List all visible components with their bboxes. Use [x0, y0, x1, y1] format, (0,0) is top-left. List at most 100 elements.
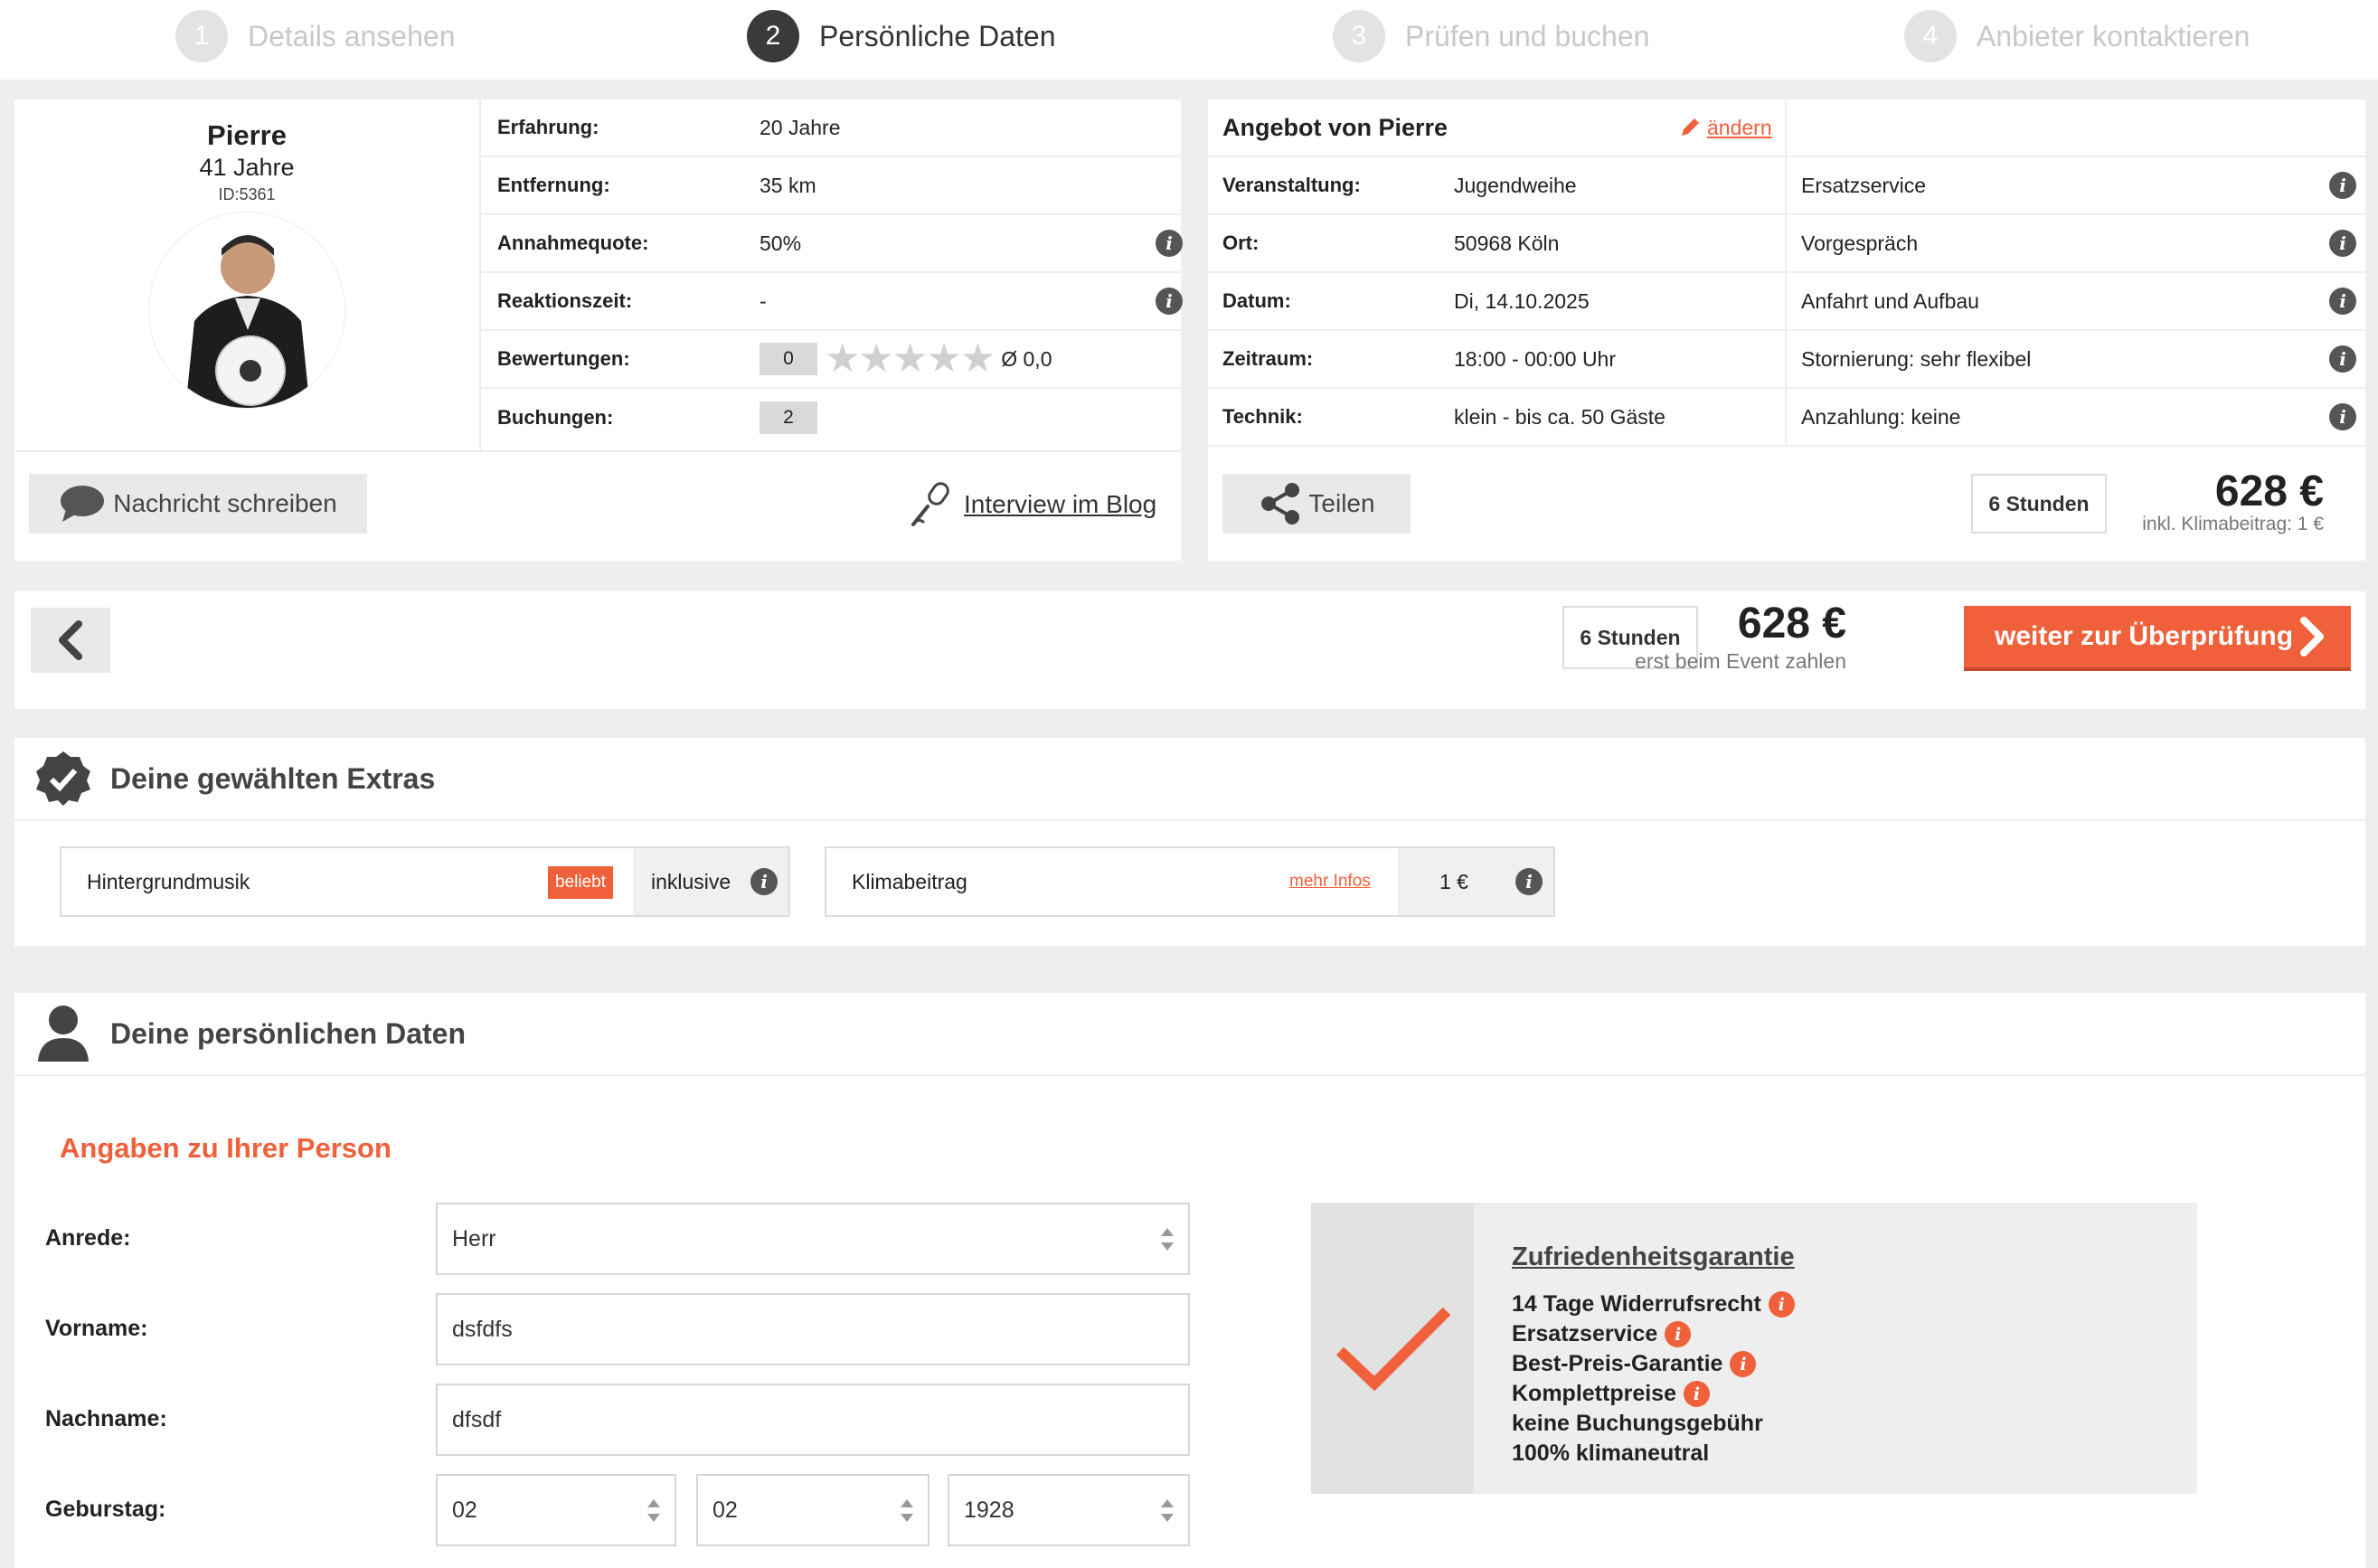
offer-feature: Anzahlung: keine i — [1785, 389, 2365, 445]
check-badge-icon — [36, 751, 90, 806]
step-number: 1 — [175, 10, 228, 62]
provider-card: Pierre 41 Jahre ID:5361 Erfahrung: 20 Ja… — [14, 99, 1194, 561]
share-icon — [1261, 483, 1300, 524]
extras-header: Deine gewählten Extras — [14, 738, 2365, 821]
hours-display[interactable]: 6 Stunden — [1971, 474, 2107, 534]
provider-name: Pierre — [207, 119, 287, 151]
stat-label: Buchungen: — [497, 406, 614, 429]
offer-card: Angebot von Pierre ändern Veranstaltung:… — [1208, 99, 2365, 561]
more-info-link[interactable]: mehr Infos — [1289, 848, 1371, 915]
offer-row: Veranstaltung: Jugendweihe Ersatzservice… — [1208, 157, 2365, 215]
popular-badge: beliebt — [548, 866, 613, 899]
blog-link-label: Interview im Blog — [964, 490, 1157, 518]
info-icon[interactable]: i — [1665, 1321, 1692, 1347]
extra-item: Klimabeitrag mehr Infos 1 € i — [825, 846, 1555, 917]
salutation-value: Herr — [452, 1225, 496, 1252]
edit-link[interactable]: ändern — [1678, 99, 1772, 156]
offer-price-note: inkl. Klimabeitrag: 1 € — [2142, 514, 2324, 534]
stat-label: Annahmequote: — [497, 231, 649, 254]
stat-label: Reaktionszeit: — [497, 289, 633, 312]
share-button[interactable]: Teilen — [1222, 474, 1411, 534]
guarantee-item: Best-Preis-Garantie i — [1512, 1349, 1795, 1379]
continue-button-label: weiter zur Überprüfung — [1995, 621, 2294, 651]
offer-value: 18:00 - 00:00 Uhr — [1454, 346, 1617, 371]
vorname-label: Vorname: — [45, 1316, 148, 1341]
offer-label: Technik: — [1222, 405, 1303, 428]
salutation-select[interactable]: Herr — [436, 1203, 1190, 1275]
guarantee-item: Komplettpreise i — [1512, 1379, 1795, 1409]
extras-section: Deine gewählten Extras Hintergrundmusik … — [14, 738, 2365, 946]
offer-row: Datum: Di, 14.10.2025 Anfahrt und Aufbau… — [1208, 273, 2365, 331]
bookings-count: 2 — [760, 401, 817, 434]
birth-year-value: 1928 — [964, 1497, 1014, 1523]
info-icon[interactable]: i — [2329, 403, 2356, 430]
checkmark-icon — [1335, 1307, 1451, 1392]
guarantee-item-label: keine Buchungsgebühr — [1512, 1411, 1763, 1436]
last-name-value: dfsdf — [452, 1406, 502, 1432]
progress-steps: 1 Details ansehen 2 Persönliche Daten 3 … — [0, 0, 2378, 80]
stat-row: Reaktionszeit: - i — [481, 273, 1194, 331]
stat-label: Entfernung: — [497, 174, 610, 196]
microphone-icon — [911, 482, 949, 526]
back-button[interactable] — [31, 608, 110, 673]
first-name-input[interactable]: dsfdfs — [436, 1293, 1190, 1365]
rating-average: Ø 0,0 — [1001, 346, 1052, 371]
birth-month-select[interactable]: 02 — [696, 1474, 929, 1546]
info-icon[interactable]: i — [1683, 1381, 1710, 1407]
stat-row: Bewertungen: 0 ★★★★★ Ø 0,0 — [481, 331, 1194, 389]
birth-day-select[interactable]: 02 — [436, 1474, 676, 1546]
step-number: 4 — [1904, 10, 1957, 62]
provider-id: ID:5361 — [218, 185, 276, 203]
nav-bar: 6 Stunden 628 € erst beim Event zahlen w… — [14, 591, 2365, 709]
step-label: Persönliche Daten — [819, 19, 1056, 52]
step-label: Details ansehen — [248, 19, 456, 52]
rating-count: 0 — [760, 343, 817, 375]
info-icon[interactable]: i — [1515, 868, 1543, 895]
birth-year-select[interactable]: 1928 — [948, 1474, 1190, 1546]
stat-value: 20 Jahre — [760, 115, 841, 139]
last-name-input[interactable]: dfsdf — [436, 1384, 1190, 1456]
offer-feature: Stornierung: sehr flexibel i — [1785, 331, 2365, 387]
continue-button[interactable]: weiter zur Überprüfung — [1964, 606, 2351, 671]
chevron-right-icon — [2300, 617, 2324, 656]
info-icon[interactable]: i — [2329, 172, 2356, 199]
message-button-label: Nachricht schreiben — [113, 489, 337, 517]
guarantee-title[interactable]: Zufriedenheitsgarantie — [1512, 1242, 1795, 1272]
info-icon[interactable]: i — [1156, 230, 1183, 257]
user-icon — [38, 1006, 89, 1062]
offer-row: Zeitraum: 18:00 - 00:00 Uhr Stornierung:… — [1208, 331, 2365, 389]
info-icon[interactable]: i — [2329, 230, 2356, 257]
provider-stats: Erfahrung: 20 Jahre Entfernung: 35 km An… — [481, 99, 1194, 447]
offer-value: klein - bis ca. 50 Gäste — [1454, 404, 1666, 429]
info-icon[interactable]: i — [1156, 288, 1183, 315]
offer-value: Jugendweihe — [1454, 173, 1577, 197]
guarantee-list: 14 Tage Widerrufsrecht i Ersatzservice i B… — [1512, 1289, 1795, 1469]
blog-link[interactable]: Interview im Blog — [910, 479, 1156, 530]
pencil-icon — [1682, 118, 1699, 136]
stat-value: - — [760, 288, 767, 313]
personal-data-title: Deine persönlichen Daten — [110, 1016, 466, 1050]
offer-value: Di, 14.10.2025 — [1454, 288, 1590, 313]
feature-label: Anzahlung: keine — [1801, 404, 1961, 429]
guarantee-item-label: Ersatzservice — [1512, 1321, 1658, 1346]
extra-value-box: 1 € i — [1398, 848, 1553, 915]
offer-title: Angebot von Pierre — [1222, 113, 1449, 141]
info-icon[interactable]: i — [2329, 288, 2356, 315]
feature-label: Stornierung: sehr flexibel — [1801, 346, 2032, 371]
edit-link-label: ändern — [1707, 115, 1772, 139]
stat-row: Entfernung: 35 km — [481, 157, 1194, 215]
nachname-label: Nachname: — [45, 1406, 167, 1431]
guarantee-item-label: 14 Tage Widerrufsrecht — [1512, 1291, 1761, 1317]
offer-feature: Vorgespräch i — [1785, 215, 2365, 271]
info-icon[interactable]: i — [1768, 1291, 1795, 1318]
info-icon[interactable]: i — [750, 868, 778, 895]
extra-name: Klimabeitrag — [852, 869, 967, 893]
stat-label: Erfahrung: — [497, 116, 599, 138]
extra-value: inklusive — [651, 869, 731, 893]
step-1[interactable]: 1 Details ansehen — [175, 9, 455, 63]
feature-label: Anfahrt und Aufbau — [1801, 288, 1979, 313]
stat-value: 50% — [760, 231, 802, 255]
info-icon[interactable]: i — [2329, 345, 2356, 373]
message-button[interactable]: Nachricht schreiben — [29, 474, 367, 534]
info-icon[interactable]: i — [1730, 1351, 1757, 1377]
